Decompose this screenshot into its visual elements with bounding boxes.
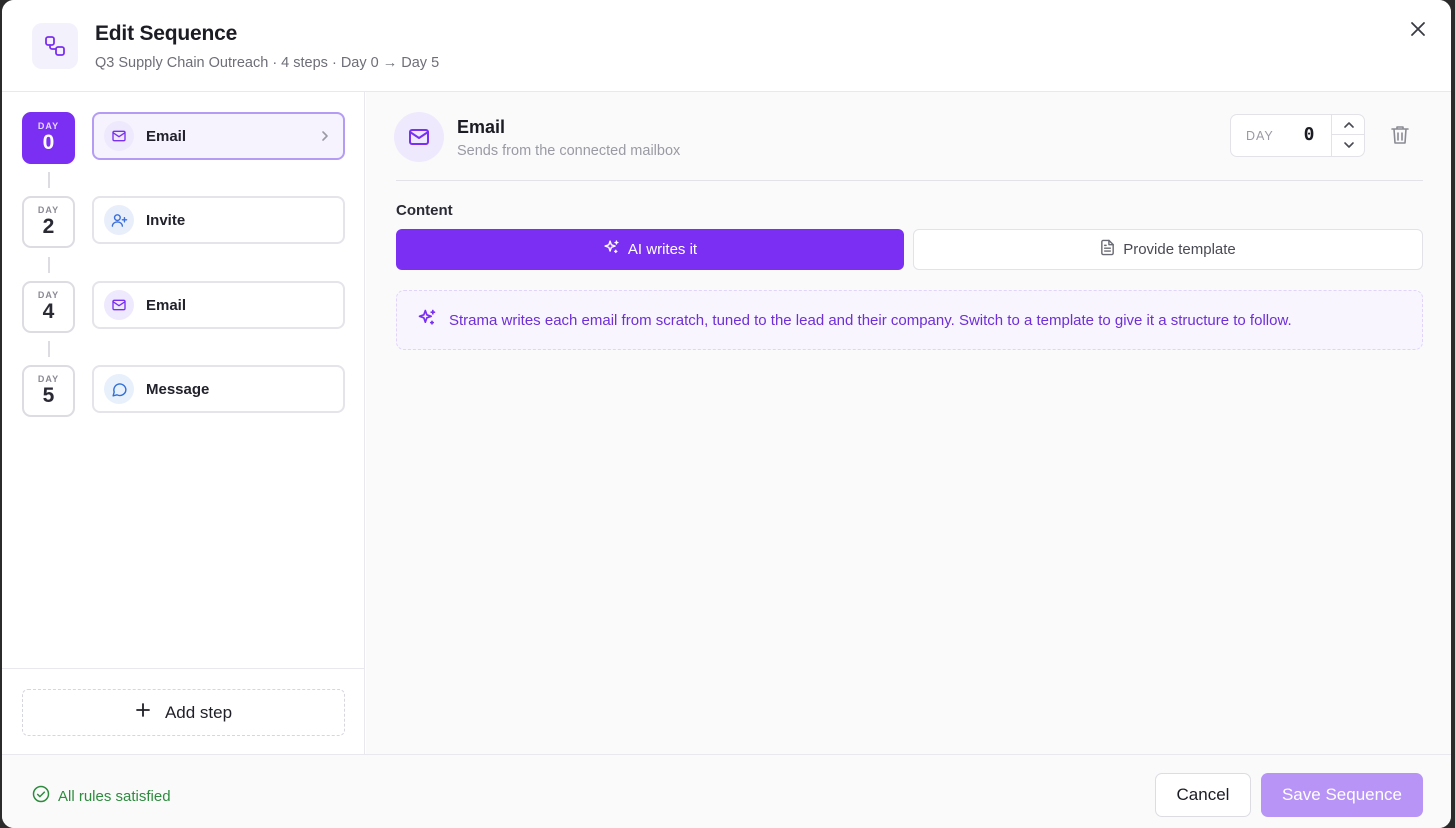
day-stepper[interactable]: DAY 0 xyxy=(1230,114,1365,157)
rules-status: All rules satisfied xyxy=(32,785,171,807)
check-circle-icon xyxy=(32,785,50,807)
sidebar-footer: Add step xyxy=(2,668,364,754)
modal-subtitle: Q3 Supply Chain Outreach · 4 steps · Day… xyxy=(95,55,440,71)
sparkles-icon xyxy=(603,239,620,260)
sparkles-icon xyxy=(417,308,437,333)
plus-icon xyxy=(135,702,151,723)
provide-template-label: Provide template xyxy=(1123,241,1236,258)
day-stepper-label: DAY xyxy=(1246,129,1274,143)
day-badge-number: 2 xyxy=(42,215,55,238)
day-badge[interactable]: DAY 5 xyxy=(22,365,75,417)
day-badge-number: 0 xyxy=(42,131,55,154)
mail-icon xyxy=(104,290,134,320)
save-sequence-button[interactable]: Save Sequence xyxy=(1261,773,1423,817)
stepper-arrows xyxy=(1331,115,1365,156)
add-step-label: Add step xyxy=(164,702,233,722)
user-plus-icon xyxy=(104,205,134,235)
modal-footer: All rules satisfied Cancel Save Sequence xyxy=(2,754,1451,828)
step-card-email[interactable]: Email xyxy=(92,281,345,329)
mail-icon xyxy=(104,121,134,151)
step-connector xyxy=(48,257,50,273)
trash-icon[interactable] xyxy=(1391,125,1411,147)
ai-writes-label: AI writes it xyxy=(627,241,698,258)
day-badge-label: DAY xyxy=(37,205,60,215)
edit-sequence-modal: Edit Sequence Q3 Supply Chain Outreach ·… xyxy=(2,0,1451,828)
content-label: Content xyxy=(396,202,453,219)
day-badge-number: 5 xyxy=(42,384,55,407)
day-badge[interactable]: DAY 0 xyxy=(22,112,75,164)
step-label: Invite xyxy=(146,211,186,229)
chevron-right-icon xyxy=(319,129,331,148)
step-detail-panel: Email Sends from the connected mailbox D… xyxy=(366,92,1451,754)
close-icon[interactable] xyxy=(1407,18,1429,40)
step-label: Email xyxy=(146,296,187,314)
mail-icon xyxy=(394,112,444,162)
ai-info-text: Strama writes each email from scratch, t… xyxy=(449,311,1292,329)
steps-sidebar: DAY 0 Email DAY 2 Invite DAY 4 Email DAY… xyxy=(2,92,365,754)
day-badge-label: DAY xyxy=(37,374,60,384)
modal-header: Edit Sequence Q3 Supply Chain Outreach ·… xyxy=(2,0,1451,92)
step-connector xyxy=(48,172,50,188)
day-badge-label: DAY xyxy=(37,290,60,300)
day-stepper-value[interactable]: 0 xyxy=(1297,124,1321,145)
step-item: DAY 0 Email xyxy=(22,112,347,164)
add-step-button[interactable]: Add step xyxy=(22,689,345,736)
header-divider xyxy=(396,180,1423,181)
ai-info-note: Strama writes each email from scratch, t… xyxy=(396,290,1423,350)
workflow-icon xyxy=(32,23,78,69)
cancel-button[interactable]: Cancel xyxy=(1155,773,1251,817)
chat-icon xyxy=(104,374,134,404)
step-label: Message xyxy=(146,380,210,398)
step-item: DAY 4 Email xyxy=(22,281,347,333)
step-card-message[interactable]: Message xyxy=(92,365,345,413)
modal-title: Edit Sequence xyxy=(95,22,238,45)
step-card-invite[interactable]: Invite xyxy=(92,196,345,244)
provide-template-option[interactable]: Provide template xyxy=(913,229,1423,270)
day-badge[interactable]: DAY 2 xyxy=(22,196,75,248)
ai-writes-option[interactable]: AI writes it xyxy=(396,229,904,270)
step-item: DAY 2 Invite xyxy=(22,196,347,248)
step-label: Email xyxy=(146,127,187,145)
document-icon xyxy=(1100,239,1115,260)
day-badge[interactable]: DAY 4 xyxy=(22,281,75,333)
day-badge-number: 4 xyxy=(42,300,55,323)
channel-subtitle: Sends from the connected mailbox xyxy=(457,143,681,159)
step-item: DAY 5 Message xyxy=(22,365,347,417)
chevron-up-icon[interactable] xyxy=(1332,115,1365,135)
chevron-down-icon[interactable] xyxy=(1332,135,1365,155)
channel-title: Email xyxy=(457,117,506,137)
step-connector xyxy=(48,341,50,357)
rules-status-text: All rules satisfied xyxy=(58,787,171,805)
step-card-email[interactable]: Email xyxy=(92,112,345,160)
day-badge-label: DAY xyxy=(37,121,60,131)
